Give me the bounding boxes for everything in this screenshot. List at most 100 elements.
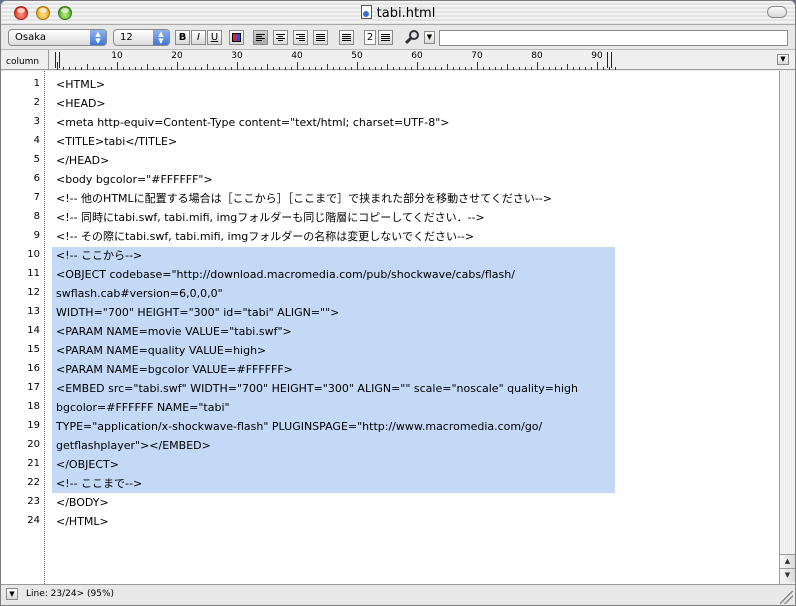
ruler-number: 30 — [231, 51, 243, 61]
ruler-tick — [207, 64, 208, 70]
ruler-tick — [549, 67, 550, 70]
ruler-tick — [525, 67, 526, 70]
align-left-button[interactable] — [253, 30, 268, 45]
line-number: 17 — [27, 382, 40, 393]
ruler-tick — [129, 67, 130, 70]
ruler-tick — [381, 67, 382, 70]
ruler-tick — [339, 67, 340, 70]
magnifier-icon[interactable] — [403, 29, 423, 47]
ruler-tick — [411, 67, 412, 70]
justify-button[interactable] — [313, 30, 328, 45]
ruler-tick — [243, 67, 244, 70]
ruler-tick — [267, 64, 268, 70]
ruler-label: column — [6, 57, 40, 67]
left-margin-marker[interactable] — [55, 52, 60, 68]
ruler-tick — [303, 67, 304, 70]
align-center-button[interactable] — [273, 30, 288, 45]
code-line: <!-- その際にtabi.swf, tabi.mifi, imgフォルダーの名… — [56, 230, 475, 243]
code-line: <!-- 他のHTMLに配置する場合は［ここから］［ここまで］で挟まれた部分を移… — [56, 192, 552, 205]
ruler-tick — [399, 67, 400, 70]
underline-button[interactable]: U — [207, 30, 222, 45]
ruler-tick — [519, 67, 520, 70]
ruler-tick — [417, 62, 418, 70]
window-title: tabi.html — [376, 6, 436, 21]
ruler-tick — [585, 67, 586, 70]
line-spacing-single-button[interactable] — [339, 30, 354, 45]
ruler-tick — [81, 67, 82, 70]
ruler-tick — [297, 62, 298, 70]
code-line: </HEAD> — [56, 154, 110, 167]
ruler-number: 90 — [591, 51, 603, 61]
ruler-tick — [249, 67, 250, 70]
line-number: 20 — [27, 439, 40, 450]
code-line: <meta http-equiv=Content-Type content="t… — [56, 116, 450, 129]
status-menu-button[interactable]: ▼ — [6, 588, 18, 600]
line-spacing-value[interactable]: 2 — [364, 30, 376, 45]
ruler-tick — [447, 64, 448, 70]
align-right-button[interactable] — [293, 30, 308, 45]
code-line: </BODY> — [56, 496, 109, 509]
ruler-tick — [465, 67, 466, 70]
line-number: 23 — [27, 496, 40, 507]
font-name-value: Osaka — [15, 32, 46, 43]
ruler-tick — [333, 67, 334, 70]
ruler-tick — [273, 67, 274, 70]
ruler-tick — [351, 67, 352, 70]
color-button[interactable] — [229, 30, 244, 45]
ruler-menu-button[interactable]: ▼ — [777, 54, 789, 65]
line-number: 1 — [33, 78, 40, 89]
ruler-tick — [69, 67, 70, 70]
ruler-track: 10 20 30 40 50 60 70 80 90 — [55, 50, 617, 70]
ruler-tick — [135, 67, 136, 70]
ruler-tick — [579, 67, 580, 70]
ruler-tick — [573, 67, 574, 70]
column-ruler[interactable]: column 10 20 30 40 50 60 70 80 90 ▼ — [1, 50, 795, 70]
align-right-icon — [296, 34, 305, 42]
ruler-tick — [429, 67, 430, 70]
ruler-tick — [597, 62, 598, 70]
scroll-down-button[interactable]: ▼ — [780, 568, 795, 582]
ruler-tick — [543, 67, 544, 70]
code-line: TYPE="application/x-shockwave-flash" PLU… — [56, 420, 543, 433]
ruler-tick — [291, 67, 292, 70]
right-margin-marker[interactable] — [607, 52, 612, 68]
line-number-gutter: 1 2 3 4 5 6 7 8 9 10 11 12 13 14 15 16 17 18 19 20 21 22 23 24 — [1, 71, 45, 584]
toolbar-toggle-button[interactable] — [767, 6, 787, 18]
window-title-group: tabi.html — [1, 5, 795, 21]
ruler-tick — [225, 67, 226, 70]
resize-grip-icon[interactable] — [780, 591, 793, 604]
line-spacing-double-icon — [381, 34, 390, 42]
bold-button[interactable]: B — [175, 30, 190, 45]
ruler-tick — [501, 67, 502, 70]
text-editor[interactable]: 1 2 3 4 5 6 7 8 9 10 11 12 13 14 15 16 17 18 19 20 21 22 23 24 … — [1, 71, 779, 584]
ruler-tick — [591, 67, 592, 70]
line-number: 22 — [27, 477, 40, 488]
ruler-tick — [495, 67, 496, 70]
title-bar[interactable]: tabi.html — [1, 1, 795, 25]
status-bar: ▼ Line: 23/24> (95%) — [1, 584, 795, 605]
vertical-scrollbar[interactable]: ▲ ▼ — [779, 71, 795, 584]
search-input[interactable] — [439, 30, 788, 46]
ruler-tick — [537, 62, 538, 70]
line-spacing-double-button[interactable] — [378, 30, 393, 45]
line-number: 18 — [27, 401, 40, 412]
line-number: 11 — [27, 268, 40, 279]
ruler-tick — [177, 62, 178, 70]
updown-arrows-icon: ▲ ▼ — [90, 30, 106, 45]
line-number: 3 — [33, 116, 40, 127]
code-line: <EMBED src="tabi.swf" WIDTH="700" HEIGHT… — [56, 382, 578, 395]
ruler-tick — [153, 67, 154, 70]
search-options-dropdown[interactable]: ▼ — [424, 31, 435, 44]
italic-button[interactable]: I — [191, 30, 206, 45]
line-number: 16 — [27, 363, 40, 374]
font-name-popup[interactable]: Osaka ▲ ▼ — [8, 29, 107, 46]
line-number: 9 — [33, 230, 40, 241]
scroll-up-button[interactable]: ▲ — [780, 554, 795, 568]
code-line: <body bgcolor="#FFFFFF"> — [56, 173, 213, 186]
code-line: <PARAM NAME=quality VALUE=high> — [56, 344, 267, 357]
font-size-popup[interactable]: 12 ▲ ▼ — [113, 29, 170, 46]
ruler-tick — [393, 67, 394, 70]
line-number: 14 — [27, 325, 40, 336]
line-number: 7 — [33, 192, 40, 203]
ruler-tick — [459, 67, 460, 70]
